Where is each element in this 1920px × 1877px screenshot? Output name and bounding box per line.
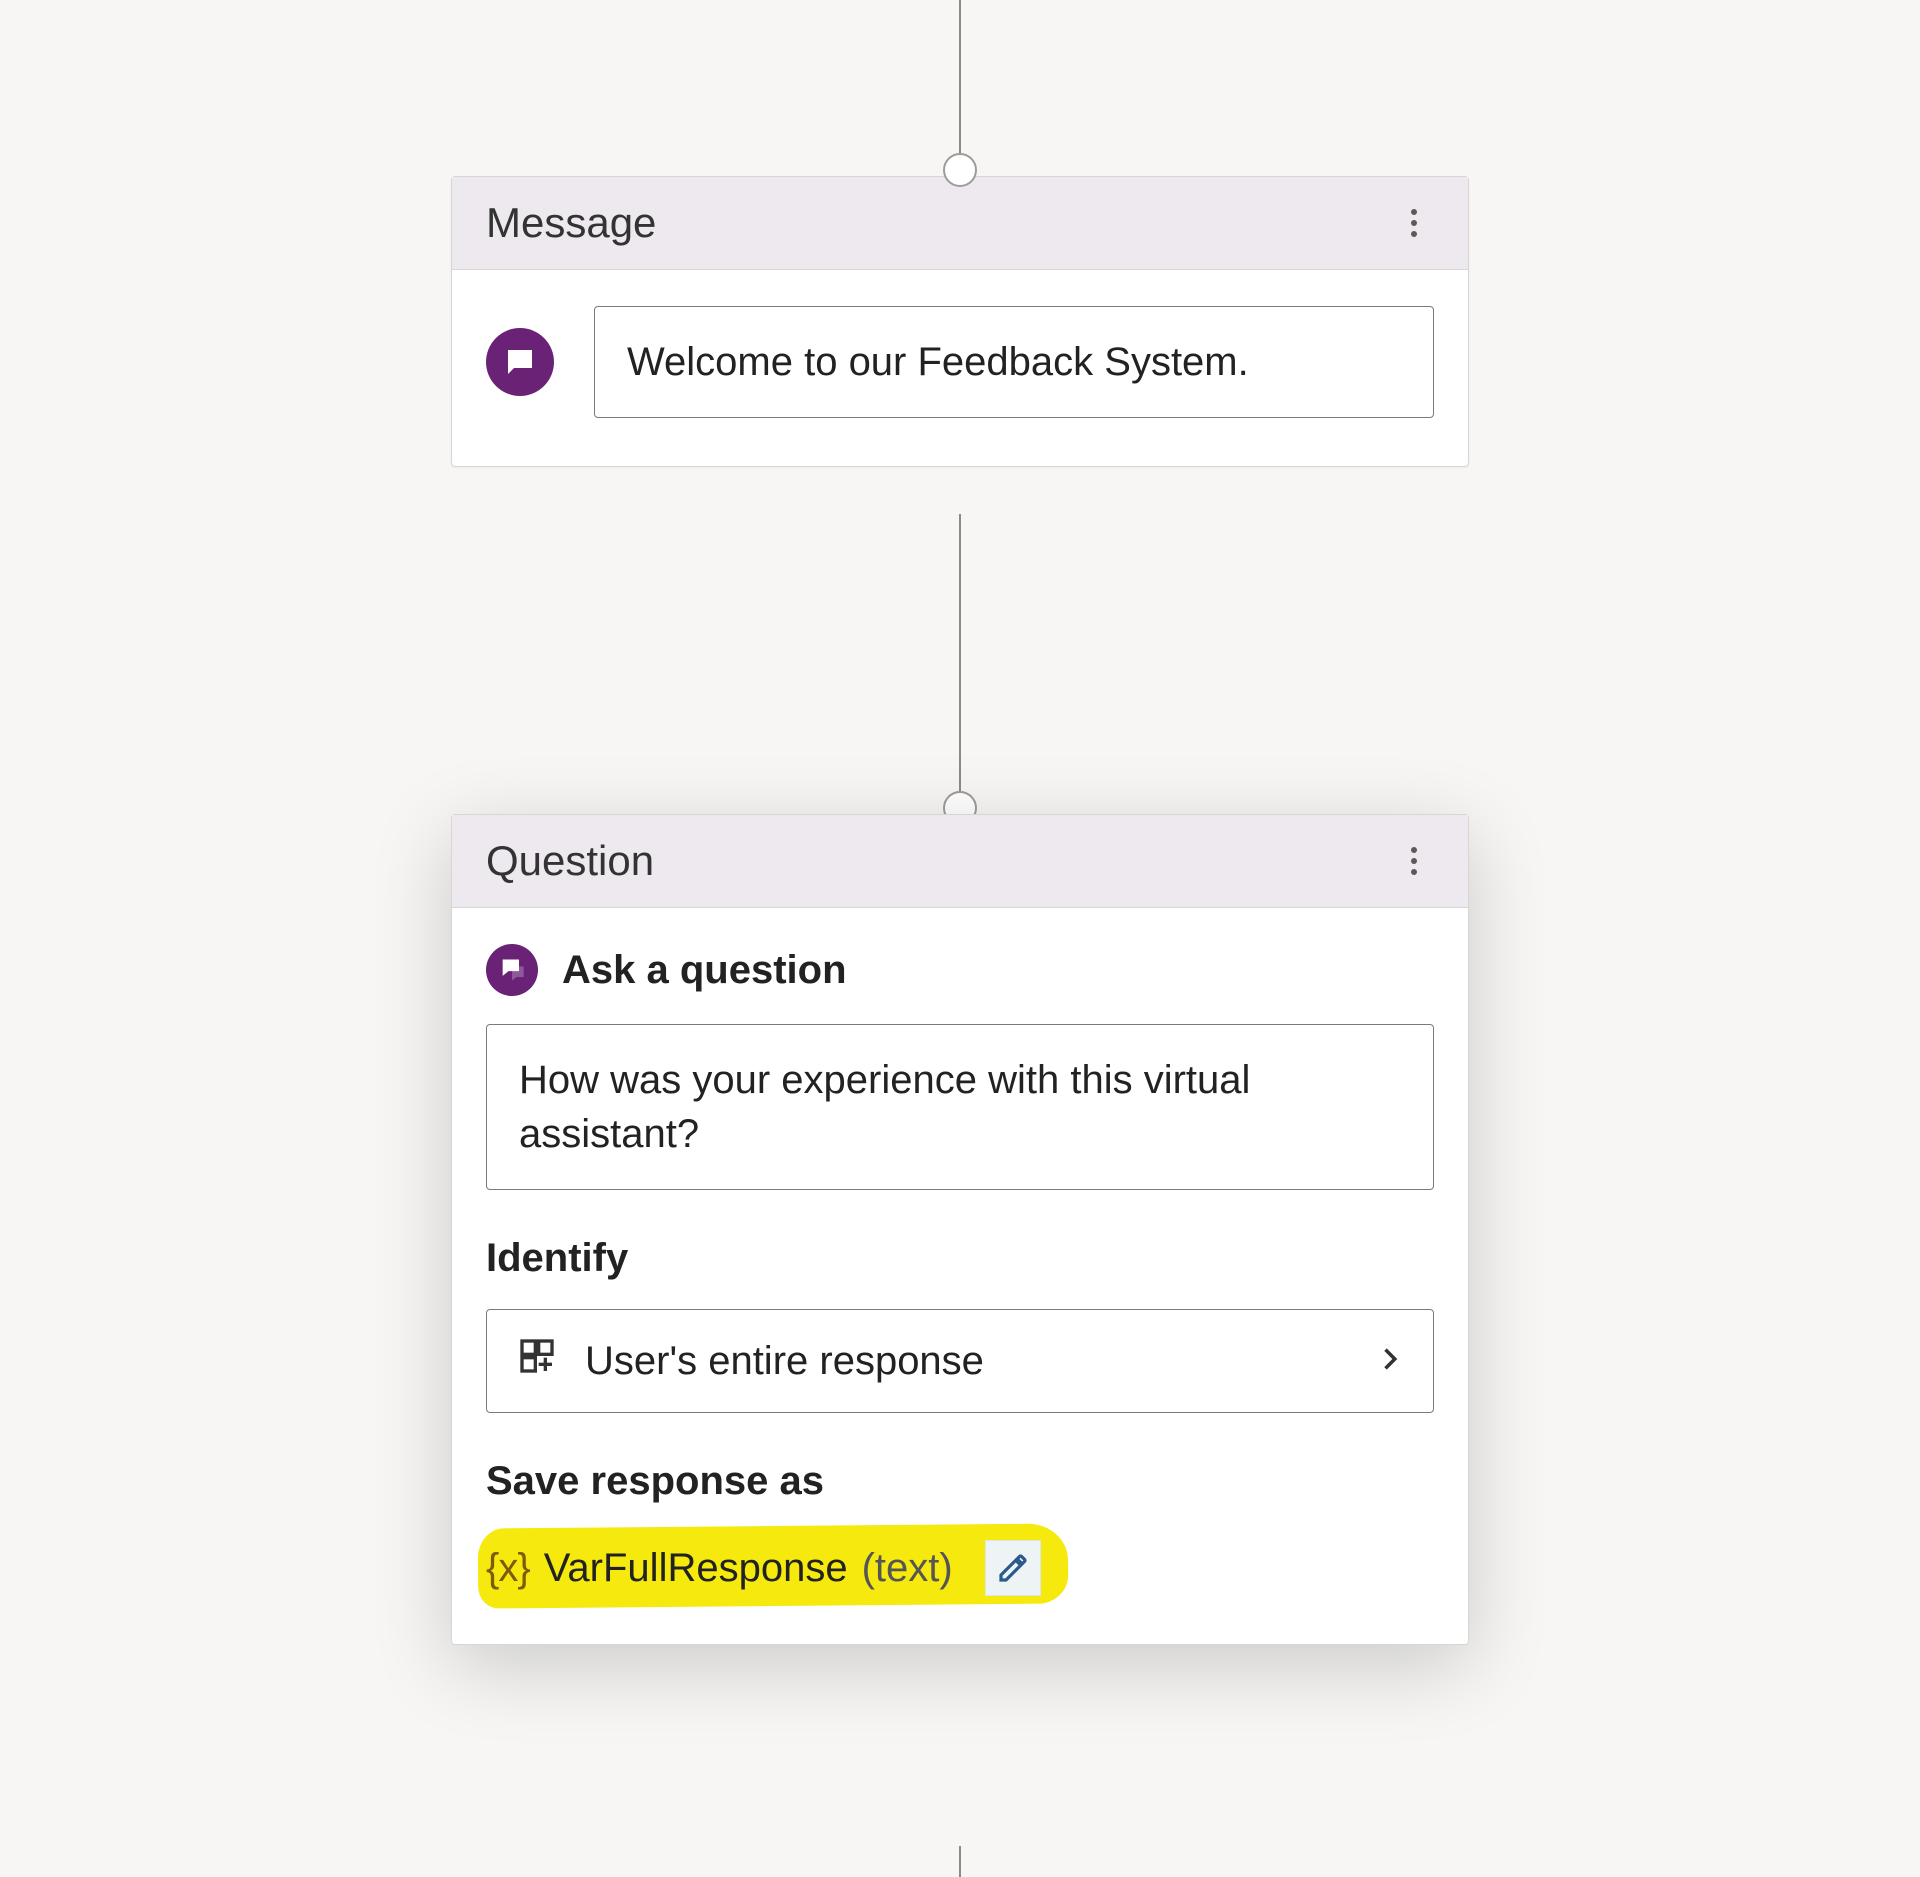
variable-row: {x} VarFullResponse (text) — [486, 1540, 1434, 1596]
connector-line-top — [959, 0, 961, 164]
variable-chip[interactable]: {x} VarFullResponse (text) — [486, 1546, 953, 1591]
chevron-right-icon — [1375, 1338, 1403, 1385]
question-node-more-button[interactable] — [1394, 841, 1434, 881]
message-node-title: Message — [486, 199, 656, 247]
question-node-header[interactable]: Question — [452, 815, 1468, 908]
question-text-input[interactable]: How was your experience with this virtua… — [486, 1024, 1434, 1190]
chat-icon — [486, 328, 554, 396]
question-node[interactable]: Question Ask a question How was your exp… — [451, 814, 1469, 1645]
question-heading-row: Ask a question — [486, 944, 1434, 996]
question-icon — [486, 944, 538, 996]
node-add-handle-top[interactable] — [943, 153, 977, 187]
edit-variable-button[interactable] — [985, 1540, 1041, 1596]
message-node-more-button[interactable] — [1394, 203, 1434, 243]
variable-braces-icon: {x} — [486, 1546, 530, 1591]
message-text-input[interactable]: Welcome to our Feedback System. — [594, 306, 1434, 418]
identify-select[interactable]: User's entire response — [486, 1309, 1434, 1413]
authoring-canvas[interactable]: Message Welcome to our Feedback System. … — [0, 0, 1920, 1877]
variable-name: VarFullResponse — [544, 1546, 848, 1591]
message-node[interactable]: Message Welcome to our Feedback System. — [451, 176, 1469, 467]
question-node-title: Question — [486, 837, 654, 885]
identify-label: Identify — [486, 1236, 1434, 1281]
message-node-header[interactable]: Message — [452, 177, 1468, 270]
identify-value: User's entire response — [585, 1339, 984, 1384]
variable-type: (text) — [862, 1546, 953, 1591]
message-node-body: Welcome to our Feedback System. — [452, 270, 1468, 466]
question-node-body: Ask a question How was your experience w… — [452, 908, 1468, 1644]
question-heading-label: Ask a question — [562, 948, 847, 993]
entity-icon — [517, 1336, 557, 1386]
save-response-label: Save response as — [486, 1459, 1434, 1504]
connector-line-bottom — [959, 1846, 961, 1877]
connector-line-mid — [959, 514, 961, 804]
